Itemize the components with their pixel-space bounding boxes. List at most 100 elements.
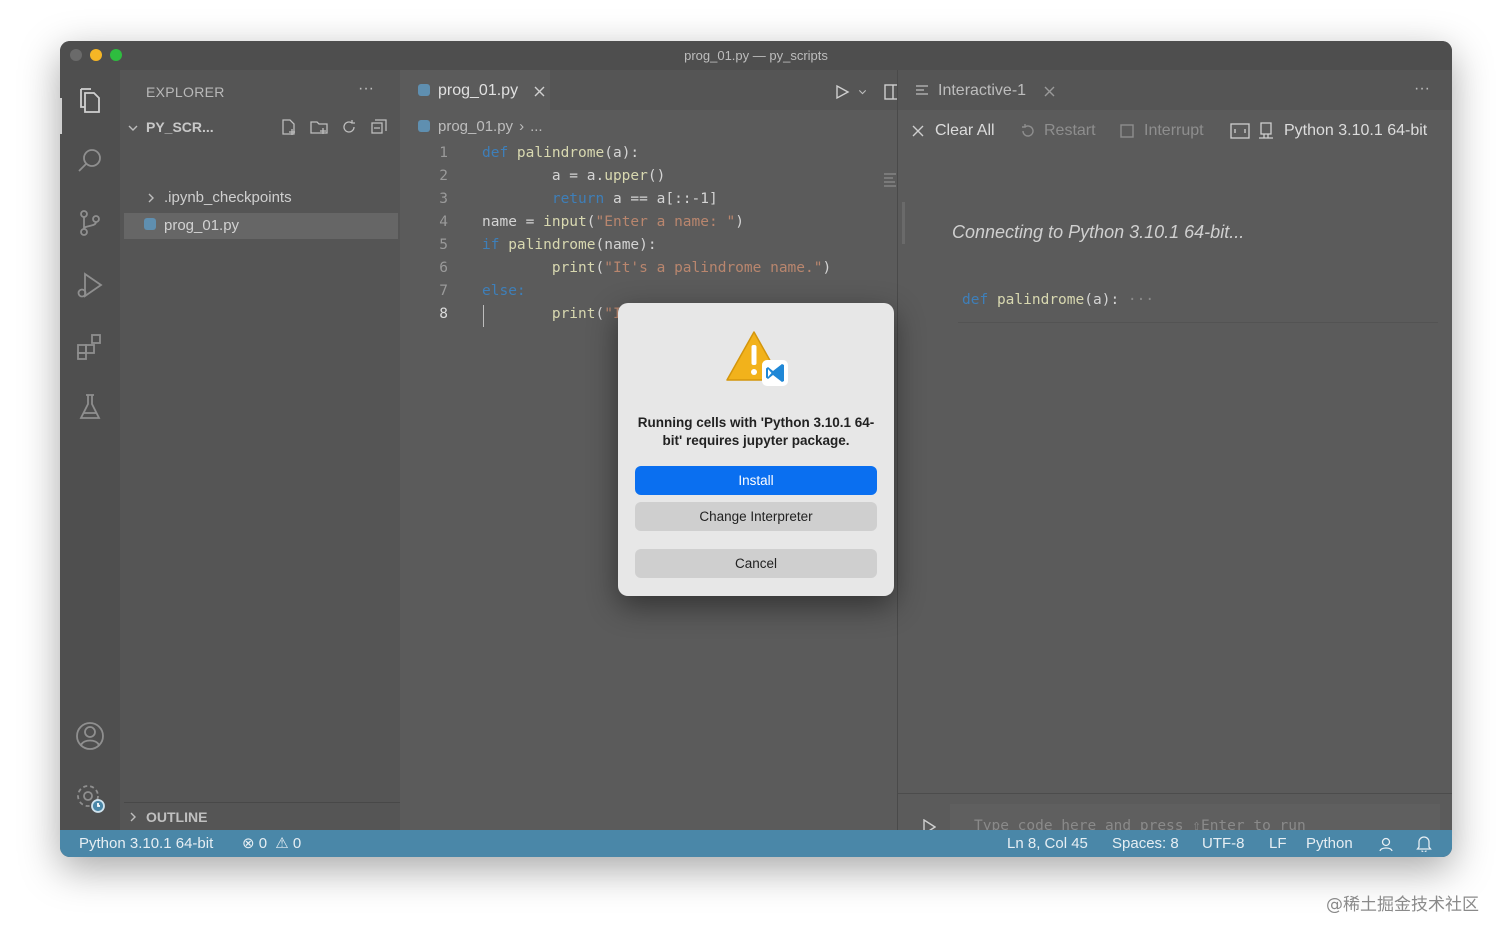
breadcrumb-file[interactable]: prog_01.py bbox=[438, 118, 513, 135]
new-folder-icon[interactable] bbox=[310, 118, 328, 136]
variables-icon[interactable] bbox=[1230, 123, 1250, 139]
tree-item-checkpoints[interactable]: .ipynb_checkpoints bbox=[120, 185, 400, 211]
chevron-down-icon[interactable] bbox=[858, 88, 867, 96]
interrupt-button[interactable]: Interrupt bbox=[1144, 122, 1204, 140]
extensions-icon[interactable] bbox=[74, 331, 106, 363]
testing-icon[interactable] bbox=[74, 391, 106, 423]
interactive-tab[interactable]: Interactive-1 bbox=[898, 70, 1073, 110]
restart-button[interactable]: Restart bbox=[1044, 122, 1096, 140]
code-token: name = bbox=[482, 214, 544, 230]
explorer-header: EXPLORER bbox=[146, 84, 225, 100]
code-token: "Enter a name: " bbox=[595, 214, 736, 230]
status-encoding[interactable]: UTF-8 bbox=[1202, 830, 1245, 857]
collapse-all-icon[interactable] bbox=[370, 118, 388, 136]
code-line[interactable]: if palindrome(name): bbox=[482, 234, 657, 257]
python-file-icon bbox=[144, 218, 156, 230]
code-line[interactable]: else: bbox=[482, 280, 526, 303]
code-line[interactable]: name = input("Enter a name: ") bbox=[482, 211, 744, 234]
interactive-tab-bar: Interactive-1 ··· bbox=[898, 70, 1452, 110]
maximize-window-button[interactable] bbox=[110, 49, 122, 61]
minimize-window-button[interactable] bbox=[90, 49, 102, 61]
status-eol[interactable]: LF bbox=[1269, 830, 1287, 857]
install-button[interactable]: Install bbox=[635, 466, 877, 495]
new-file-icon[interactable] bbox=[280, 118, 298, 136]
dialog-message: Running cells with 'Python 3.10.1 64-bit… bbox=[637, 415, 875, 448]
close-icon[interactable] bbox=[534, 86, 545, 97]
notifications-bell-icon[interactable] bbox=[1416, 835, 1432, 852]
account-icon[interactable] bbox=[74, 720, 106, 752]
code-token: ( bbox=[595, 260, 605, 276]
code-line[interactable]: def palindrome(a): bbox=[482, 142, 639, 165]
error-count: 0 bbox=[258, 835, 268, 852]
watermark: @稀土掘金技术社区 bbox=[1326, 895, 1479, 915]
code-token: upper bbox=[604, 168, 648, 184]
chevron-down-icon bbox=[128, 125, 138, 131]
active-indicator bbox=[60, 98, 62, 134]
clear-all-button[interactable]: Clear All bbox=[935, 122, 995, 140]
minimap[interactable] bbox=[884, 173, 896, 191]
outline-divider bbox=[124, 802, 400, 803]
kernel-icon bbox=[1259, 122, 1273, 139]
close-window-button[interactable] bbox=[70, 49, 82, 61]
code-token: ( bbox=[595, 306, 605, 322]
run-debug-icon[interactable] bbox=[74, 269, 106, 301]
run-file-icon[interactable] bbox=[834, 84, 850, 100]
cell-status-bar bbox=[902, 202, 905, 244]
status-bar: Python 3.10.1 64-bit ⊗ 0 ⚠ 0 Ln 8, Col 4… bbox=[60, 830, 1452, 857]
folder-row[interactable]: PY_SCR... bbox=[120, 116, 400, 140]
kernel-selector[interactable]: Python 3.10.1 64-bit bbox=[1284, 122, 1427, 140]
outline-section[interactable]: OUTLINE bbox=[120, 806, 400, 830]
code-line[interactable]: print("It's a palindrome name.") bbox=[482, 257, 831, 280]
line-number: 6 bbox=[439, 260, 448, 276]
status-interpreter[interactable]: Python 3.10.1 64-bit bbox=[79, 830, 213, 857]
close-icon[interactable] bbox=[1044, 86, 1055, 97]
status-problems[interactable]: ⊗ 0 ⚠ 0 bbox=[242, 830, 301, 857]
code-line[interactable]: return a == a[::-1] bbox=[482, 188, 718, 211]
error-icon: ⊗ bbox=[242, 835, 255, 852]
editor-tab[interactable]: prog_01.py bbox=[400, 70, 550, 110]
python-file-icon bbox=[418, 84, 430, 96]
explorer-more-button[interactable]: ··· bbox=[358, 80, 374, 98]
editor-tab-bar: prog_01.py bbox=[400, 70, 902, 110]
line-number: 7 bbox=[439, 283, 448, 299]
tree-item-prog01[interactable]: prog_01.py bbox=[124, 213, 398, 239]
line-number: 8 bbox=[439, 306, 448, 322]
activity-bar bbox=[60, 70, 120, 830]
code-token: return bbox=[551, 191, 605, 207]
code-token: input bbox=[543, 214, 587, 230]
code-token: ( bbox=[586, 214, 596, 230]
cancel-button[interactable]: Cancel bbox=[635, 549, 877, 578]
restart-icon bbox=[1022, 124, 1034, 137]
text-cursor bbox=[483, 305, 484, 327]
cell-folded-indicator[interactable]: ··· bbox=[1128, 292, 1154, 308]
settings-gear-icon[interactable] bbox=[74, 782, 106, 814]
line-number: 1 bbox=[439, 145, 448, 161]
code-token: "It's a palindrome name." bbox=[604, 260, 823, 276]
line-number: 2 bbox=[439, 168, 448, 184]
warning-icon: ⚠ bbox=[275, 835, 289, 852]
interactive-pane: Interactive-1 ··· Clear All Restart Inte… bbox=[897, 70, 1452, 848]
code-line[interactable]: a = a.upper() bbox=[482, 165, 666, 188]
source-control-icon[interactable] bbox=[74, 207, 106, 239]
line-number: 4 bbox=[439, 214, 448, 230]
warning-count: 0 bbox=[292, 835, 302, 852]
interactive-tab-label: Interactive-1 bbox=[938, 82, 1027, 99]
code-token: if bbox=[482, 237, 509, 253]
executed-cell[interactable]: def palindrome(a): ··· bbox=[962, 292, 1154, 308]
change-interpreter-button[interactable]: Change Interpreter bbox=[635, 502, 877, 531]
breadcrumb-more[interactable]: ... bbox=[530, 118, 543, 135]
code-token: palindrome bbox=[516, 145, 605, 161]
search-icon[interactable] bbox=[74, 145, 106, 177]
status-indentation[interactable]: Spaces: 8 bbox=[1112, 830, 1179, 857]
title-bar: prog_01.py — py_scripts bbox=[60, 41, 1452, 70]
status-cursor-position[interactable]: Ln 8, Col 45 bbox=[1007, 830, 1088, 857]
files-icon[interactable] bbox=[74, 85, 106, 117]
tree-item-label: prog_01.py bbox=[164, 217, 240, 234]
code-token: (a): bbox=[604, 145, 640, 161]
interactive-more-button[interactable]: ··· bbox=[1414, 80, 1430, 98]
feedback-icon[interactable] bbox=[1378, 836, 1394, 852]
status-language[interactable]: Python bbox=[1306, 830, 1353, 857]
refresh-icon[interactable] bbox=[340, 118, 358, 136]
